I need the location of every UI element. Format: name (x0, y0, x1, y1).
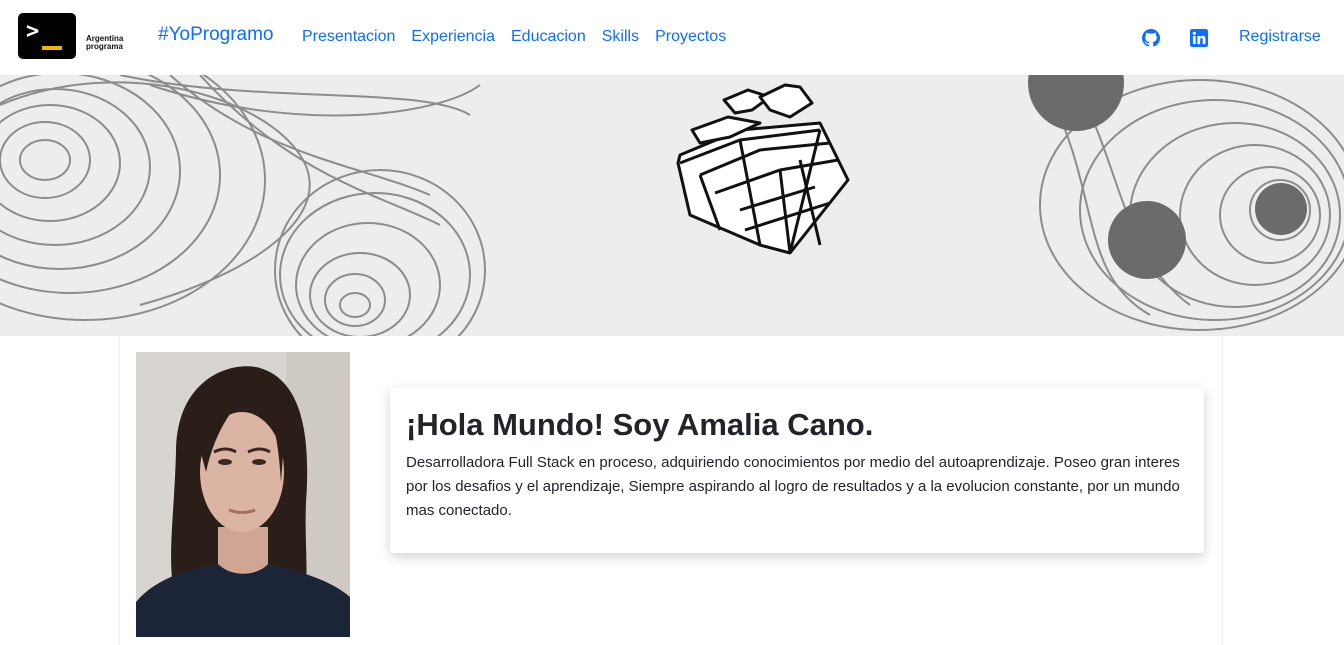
terminal-logo-icon: > (18, 13, 76, 59)
nav-link-educacion[interactable]: Educacion (511, 28, 586, 46)
nav-link-proyectos[interactable]: Proyectos (655, 28, 726, 46)
intro-heading: ¡Hola Mundo! Soy Amalia Cano. (406, 407, 874, 442)
intro-description: Desarrolladora Full Stack en proceso, ad… (406, 454, 1180, 519)
intro-card: ¡Hola Mundo! Soy Amalia Cano. Desarrolla… (390, 387, 1204, 553)
linkedin-icon[interactable] (1190, 29, 1208, 47)
nav-link-skills[interactable]: Skills (602, 28, 639, 46)
navbar: > Argentina programa #YoProgramo Present… (0, 0, 1344, 75)
register-link[interactable]: Registrarse (1239, 28, 1321, 46)
nav-link-presentacion[interactable]: Presentacion (302, 28, 395, 46)
argentina-programa-logo[interactable]: > Argentina programa (18, 13, 134, 61)
logo-text: Argentina programa (86, 34, 124, 51)
nav-links: Presentacion Experiencia Educacion Skill… (302, 28, 726, 46)
profile-photo (136, 352, 350, 637)
nav-link-experiencia[interactable]: Experiencia (411, 28, 495, 46)
header-banner (0, 75, 1344, 336)
brand-link[interactable]: #YoProgramo (158, 24, 273, 46)
banner-illustration (0, 75, 1344, 336)
github-icon[interactable] (1142, 29, 1160, 47)
